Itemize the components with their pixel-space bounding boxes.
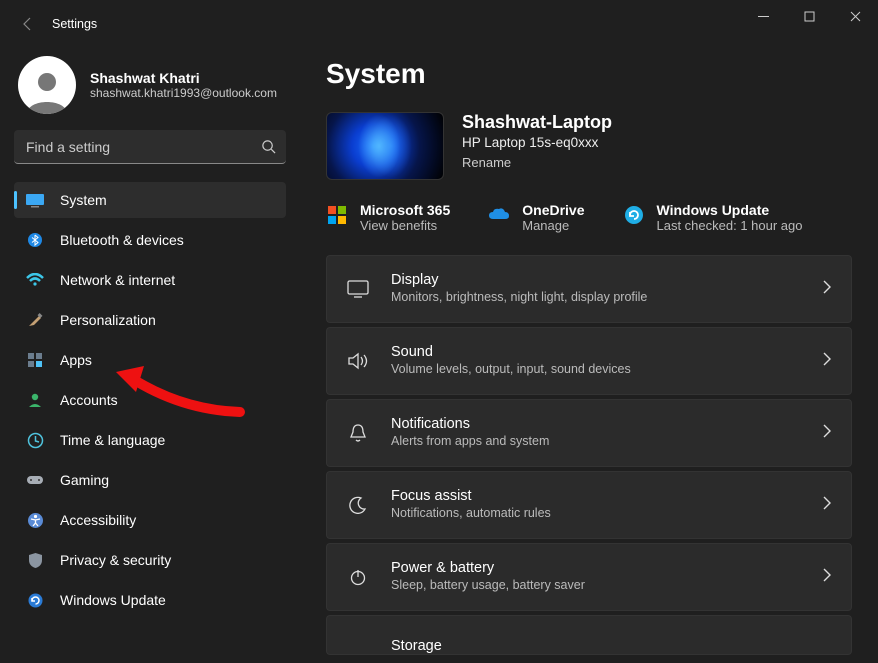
card-storage[interactable]: Storage bbox=[326, 615, 852, 655]
service-windows-update[interactable]: Windows Update Last checked: 1 hour ago bbox=[623, 202, 803, 233]
card-sub: Alerts from apps and system bbox=[391, 433, 801, 450]
sidebar: Shashwat Khatri shashwat.khatri1993@outl… bbox=[0, 48, 300, 663]
service-sub: Last checked: 1 hour ago bbox=[657, 218, 803, 233]
service-title: Microsoft 365 bbox=[360, 202, 450, 218]
card-sub: Volume levels, output, input, sound devi… bbox=[391, 361, 801, 378]
accounts-icon bbox=[26, 391, 44, 409]
card-title: Display bbox=[391, 272, 801, 288]
display-icon bbox=[347, 278, 369, 300]
minimize-button[interactable] bbox=[740, 0, 786, 32]
moon-icon bbox=[347, 494, 369, 516]
system-icon bbox=[26, 191, 44, 209]
accessibility-icon bbox=[26, 511, 44, 529]
sidebar-item-accessibility[interactable]: Accessibility bbox=[14, 502, 286, 538]
back-button[interactable] bbox=[12, 8, 44, 40]
device-model: HP Laptop 15s-eq0xxx bbox=[462, 133, 612, 153]
card-sub: Sleep, battery usage, battery saver bbox=[391, 577, 801, 594]
titlebar: Settings bbox=[0, 0, 878, 48]
sidebar-item-system[interactable]: System bbox=[14, 182, 286, 218]
search-icon bbox=[261, 139, 276, 159]
chevron-right-icon bbox=[823, 496, 831, 515]
nav-label: Apps bbox=[60, 352, 92, 368]
sidebar-item-gaming[interactable]: Gaming bbox=[14, 462, 286, 498]
chevron-right-icon bbox=[823, 280, 831, 299]
sound-icon bbox=[347, 350, 369, 372]
device-name: Shashwat-Laptop bbox=[462, 112, 612, 133]
search-input[interactable] bbox=[14, 130, 286, 164]
update-sync-icon bbox=[623, 204, 645, 226]
nav-label: Network & internet bbox=[60, 272, 175, 288]
maximize-button[interactable] bbox=[786, 0, 832, 32]
main-content: System Shashwat-Laptop HP Laptop 15s-eq0… bbox=[300, 48, 878, 663]
nav-label: Accounts bbox=[60, 392, 118, 408]
onedrive-icon bbox=[488, 204, 510, 226]
sidebar-item-time-language[interactable]: Time & language bbox=[14, 422, 286, 458]
service-sub: View benefits bbox=[360, 218, 450, 233]
nav-label: Accessibility bbox=[60, 512, 136, 528]
bell-icon bbox=[347, 422, 369, 444]
device-hero: Shashwat-Laptop HP Laptop 15s-eq0xxx Ren… bbox=[326, 112, 852, 180]
service-sub: Manage bbox=[522, 218, 584, 233]
nav-label: Privacy & security bbox=[60, 552, 171, 568]
sidebar-item-privacy[interactable]: Privacy & security bbox=[14, 542, 286, 578]
avatar bbox=[18, 56, 76, 114]
nav-label: Bluetooth & devices bbox=[60, 232, 184, 248]
profile-email: shashwat.khatri1993@outlook.com bbox=[90, 86, 277, 100]
sidebar-item-personalization[interactable]: Personalization bbox=[14, 302, 286, 338]
sidebar-item-windows-update[interactable]: Windows Update bbox=[14, 582, 286, 618]
desktop-preview bbox=[326, 112, 444, 180]
chevron-right-icon bbox=[823, 352, 831, 371]
page-title: System bbox=[326, 58, 852, 90]
chevron-right-icon bbox=[823, 568, 831, 587]
update-icon bbox=[26, 591, 44, 609]
nav-label: Gaming bbox=[60, 472, 109, 488]
clock-icon bbox=[26, 431, 44, 449]
apps-icon bbox=[26, 351, 44, 369]
profile-block[interactable]: Shashwat Khatri shashwat.khatri1993@outl… bbox=[14, 56, 286, 114]
nav-label: Windows Update bbox=[60, 592, 166, 608]
sidebar-item-accounts[interactable]: Accounts bbox=[14, 382, 286, 418]
sidebar-item-network[interactable]: Network & internet bbox=[14, 262, 286, 298]
card-sound[interactable]: Sound Volume levels, output, input, soun… bbox=[326, 327, 852, 395]
card-focus-assist[interactable]: Focus assist Notifications, automatic ru… bbox=[326, 471, 852, 539]
nav-list: System Bluetooth & devices Network & int… bbox=[14, 182, 286, 618]
card-title: Notifications bbox=[391, 416, 801, 432]
nav-label: System bbox=[60, 192, 107, 208]
card-power-battery[interactable]: Power & battery Sleep, battery usage, ba… bbox=[326, 543, 852, 611]
card-title: Storage bbox=[391, 638, 809, 654]
close-button[interactable] bbox=[832, 0, 878, 32]
rename-link[interactable]: Rename bbox=[462, 155, 612, 170]
nav-label: Time & language bbox=[60, 432, 165, 448]
card-display[interactable]: Display Monitors, brightness, night ligh… bbox=[326, 255, 852, 323]
service-onedrive[interactable]: OneDrive Manage bbox=[488, 202, 584, 233]
card-sub: Notifications, automatic rules bbox=[391, 505, 801, 522]
card-title: Power & battery bbox=[391, 560, 801, 576]
service-title: Windows Update bbox=[657, 202, 803, 218]
window-title: Settings bbox=[52, 17, 97, 31]
card-notifications[interactable]: Notifications Alerts from apps and syste… bbox=[326, 399, 852, 467]
power-icon bbox=[347, 566, 369, 588]
bluetooth-icon bbox=[26, 231, 44, 249]
services-row: Microsoft 365 View benefits OneDrive Man… bbox=[326, 202, 852, 233]
search-wrap bbox=[14, 130, 286, 164]
shield-icon bbox=[26, 551, 44, 569]
service-m365[interactable]: Microsoft 365 View benefits bbox=[326, 202, 450, 233]
card-title: Focus assist bbox=[391, 488, 801, 504]
wifi-icon bbox=[26, 271, 44, 289]
sidebar-item-apps[interactable]: Apps bbox=[14, 342, 286, 378]
card-title: Sound bbox=[391, 344, 801, 360]
service-title: OneDrive bbox=[522, 202, 584, 218]
profile-name: Shashwat Khatri bbox=[90, 70, 277, 86]
nav-label: Personalization bbox=[60, 312, 156, 328]
gaming-icon bbox=[26, 471, 44, 489]
chevron-right-icon bbox=[823, 424, 831, 443]
paintbrush-icon bbox=[26, 311, 44, 329]
m365-icon bbox=[326, 204, 348, 226]
card-sub: Monitors, brightness, night light, displ… bbox=[391, 289, 801, 306]
settings-cards: Display Monitors, brightness, night ligh… bbox=[326, 255, 852, 655]
sidebar-item-bluetooth[interactable]: Bluetooth & devices bbox=[14, 222, 286, 258]
